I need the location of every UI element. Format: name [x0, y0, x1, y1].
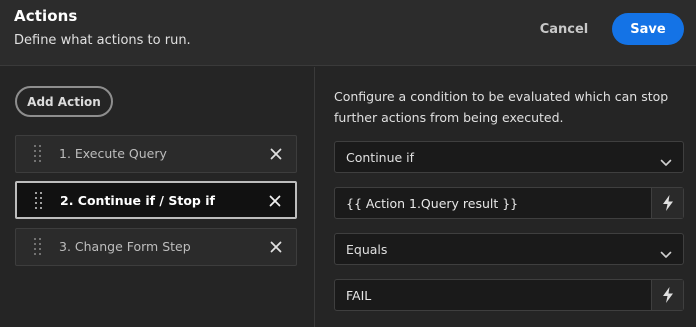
left-value-input[interactable]: [335, 188, 652, 218]
condition-type-select[interactable]: Continue if: [334, 141, 684, 173]
right-value-field: [334, 279, 684, 311]
action-item-execute-query[interactable]: 1. Execute Query: [15, 135, 297, 173]
left-value-field: [334, 187, 684, 219]
save-button[interactable]: Save: [612, 13, 684, 45]
close-icon[interactable]: [267, 193, 283, 209]
condition-description: Configure a condition to be evaluated wh…: [334, 89, 669, 125]
drag-handle-icon[interactable]: [33, 145, 43, 163]
operator-select[interactable]: Equals: [334, 233, 684, 265]
dialog-title: Actions: [14, 7, 78, 25]
right-value-input[interactable]: [335, 280, 652, 310]
drag-handle-icon[interactable]: [34, 192, 44, 210]
chevron-down-icon: [660, 245, 672, 258]
action-item-label: 2. Continue if / Stop if: [60, 193, 215, 208]
condition-type-value: Continue if: [346, 150, 415, 165]
add-action-button[interactable]: Add Action: [15, 86, 113, 117]
operator-value: Equals: [346, 242, 388, 257]
binding-button[interactable]: [651, 188, 683, 218]
lightning-bolt-icon: [663, 195, 673, 211]
action-item-change-form-step[interactable]: 3. Change Form Step: [15, 228, 297, 266]
action-item-label: 3. Change Form Step: [59, 239, 191, 254]
close-icon[interactable]: [268, 239, 284, 255]
dialog-subtitle: Define what actions to run.: [14, 33, 191, 48]
chevron-down-icon: [660, 153, 672, 166]
action-item-label: 1. Execute Query: [59, 146, 167, 161]
drag-handle-icon[interactable]: [33, 238, 43, 256]
action-item-continue-if[interactable]: 2. Continue if / Stop if: [15, 181, 297, 219]
cancel-button[interactable]: Cancel: [530, 14, 598, 44]
close-icon[interactable]: [268, 146, 284, 162]
lightning-bolt-icon: [663, 287, 673, 303]
dialog-header: Actions Define what actions to run. Canc…: [0, 0, 696, 66]
binding-button[interactable]: [651, 280, 683, 310]
actions-list-panel: Add Action 1. Execute Query 2. Continue …: [0, 67, 315, 327]
action-config-panel: Configure a condition to be evaluated wh…: [316, 67, 696, 327]
